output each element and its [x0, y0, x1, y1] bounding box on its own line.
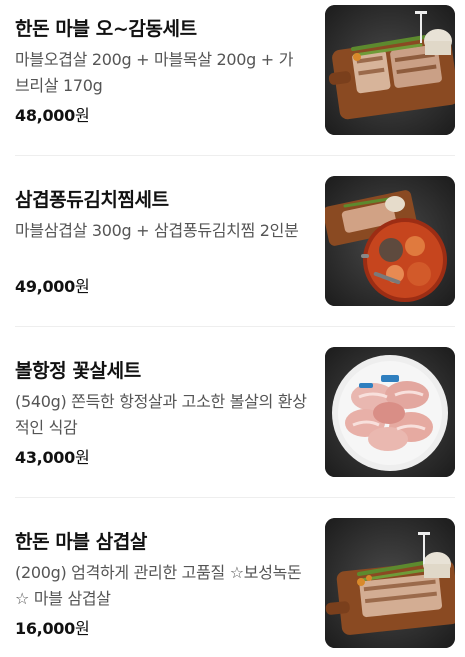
product-title: 한돈 마블 삼겹살 [15, 531, 147, 553]
price-value: 16,000 [15, 619, 75, 638]
product-item[interactable]: 볼항정 꽃살세트 (540g) 쫀득한 항정살과 고소한 볼살의 환상적인 식감… [15, 347, 455, 503]
price-currency: 원 [74, 619, 90, 638]
price-value: 49,000 [15, 277, 75, 296]
divider [15, 155, 455, 156]
divider [15, 497, 455, 498]
product-description: (200g) 엄격하게 관리한 고품질 ☆보성녹돈☆ 마블 삼겹살 [15, 563, 302, 608]
product-item[interactable]: 한돈 마블 삼겹살 (200g) 엄격하게 관리한 고품질 ☆보성녹돈☆ 마블 … [15, 518, 455, 657]
product-title: 삼겹퐁듀김치찜세트 [15, 189, 169, 211]
price-value: 43,000 [15, 448, 75, 467]
product-item[interactable]: 한돈 마블 오~감동세트 마블오겹살 200g + 마블목살 200g + 가브… [15, 5, 455, 161]
price-value: 48,000 [15, 106, 75, 125]
product-list: 한돈 마블 오~감동세트 마블오겹살 200g + 마블목살 200g + 가브… [0, 0, 465, 657]
divider [15, 326, 455, 327]
pork-board-image[interactable] [325, 5, 455, 135]
product-price: 16,000원 [15, 615, 90, 639]
product-item[interactable]: 삼겹퐁듀김치찜세트 마블삼겹살 300g + 삼겹퐁듀김치찜 2인분 49,00… [15, 176, 455, 332]
product-title: 볼항정 꽃살세트 [15, 360, 141, 382]
kimchi-stew-image[interactable] [325, 176, 455, 306]
product-price: 49,000원 [15, 273, 90, 297]
price-currency: 원 [74, 277, 90, 296]
product-price: 48,000원 [15, 102, 90, 126]
product-price: 43,000원 [15, 444, 90, 468]
product-description: (540g) 쫀득한 항정살과 고소한 볼살의 환상적인 식감 [15, 392, 307, 437]
product-title: 한돈 마블 오~감동세트 [15, 18, 197, 40]
product-description: 마블삼겹살 300g + 삼겹퐁듀김치찜 2인분 [15, 221, 299, 240]
product-description: 마블오겹살 200g + 마블목살 200g + 가브리살 170g [15, 50, 294, 95]
pork-board-image[interactable] [325, 518, 455, 648]
price-currency: 원 [74, 106, 90, 125]
price-currency: 원 [74, 448, 90, 467]
pork-plate-image[interactable] [325, 347, 455, 477]
